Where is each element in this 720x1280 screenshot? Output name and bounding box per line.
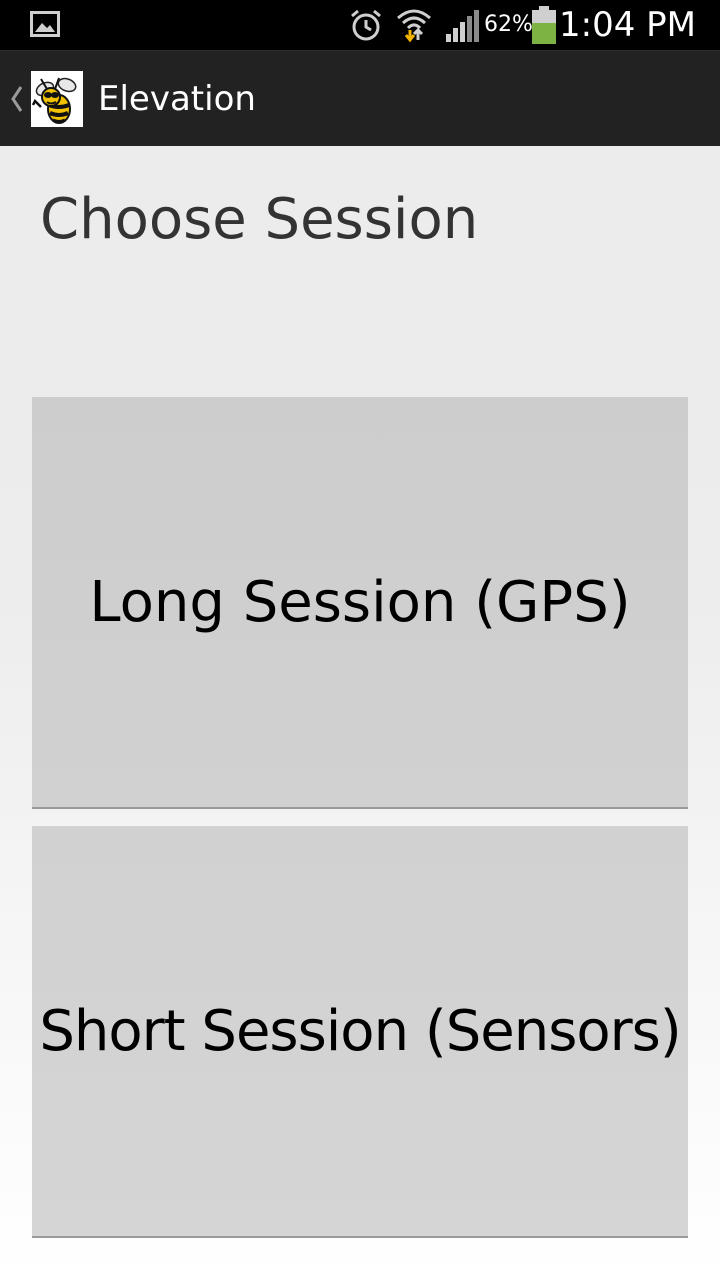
image-notification-icon	[30, 11, 60, 37]
short-session-sensors-button[interactable]: Short Session (Sensors)	[32, 826, 688, 1238]
chevron-left-icon[interactable]	[6, 79, 26, 119]
yellow-jacket-logo-icon	[31, 77, 77, 124]
app-logo-icon[interactable]	[31, 71, 83, 127]
app-title: Elevation	[98, 79, 256, 119]
signal-icon	[446, 10, 479, 42]
action-bar: Elevation	[0, 50, 720, 146]
status-clock: 1:04 PM	[559, 5, 696, 45]
status-bar: 62% 1:04 PM	[0, 0, 720, 50]
alarm-icon	[351, 9, 381, 41]
long-session-gps-button[interactable]: Long Session (GPS)	[32, 397, 688, 809]
battery-percentage: 62%	[484, 12, 533, 37]
page-heading: Choose Session	[40, 187, 479, 252]
battery-icon	[532, 6, 556, 44]
wifi-icon	[397, 9, 431, 43]
